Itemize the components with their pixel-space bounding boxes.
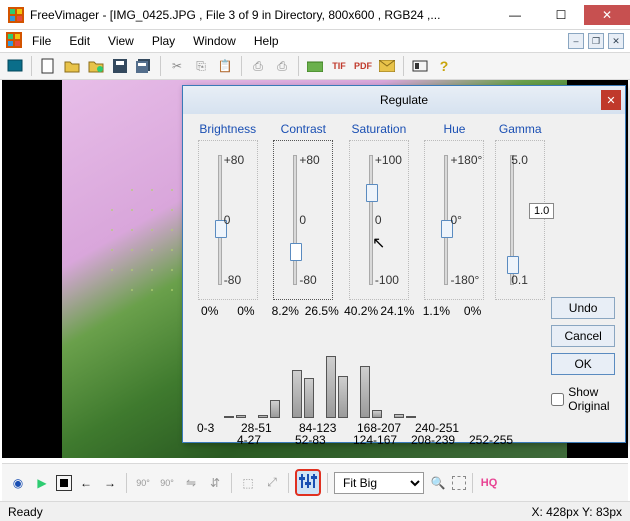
close-button[interactable]: ✕ (584, 5, 630, 25)
mdi-minimize-button[interactable]: – (568, 33, 584, 49)
hist-label: 4-27 (237, 433, 295, 447)
ok-button[interactable]: OK (551, 353, 615, 375)
gamma-slider[interactable]: 5.00.1 1.0 (495, 140, 545, 300)
brightness-pct-r: 0% (229, 304, 262, 318)
print-preview-icon[interactable]: ⎙ (271, 55, 293, 77)
menu-window[interactable]: Window (185, 32, 244, 50)
hq-icon[interactable]: HQ (479, 473, 499, 493)
hist-label: 52-83 (295, 433, 353, 447)
hist-label: 124-167 (353, 433, 411, 447)
titlebar: FreeVimager - [IMG_0425.JPG , File 3 of … (0, 0, 630, 30)
status-text: Ready (8, 505, 531, 519)
menu-view[interactable]: View (100, 32, 142, 50)
flip-h-icon[interactable]: ⇋ (181, 473, 201, 493)
saturation-pct-l: 40.2% (344, 304, 377, 318)
histogram: 0-3 28-51 84-123 168-207 240-251 4-27 52… (197, 342, 547, 438)
contrast-slider[interactable]: +800-80 (273, 140, 333, 300)
dialog-title-text: Regulate (380, 93, 428, 107)
hist-label: 0-3 (197, 421, 241, 435)
hist-label: 208-239 (411, 433, 469, 447)
regulate-dialog: Regulate ✕ Brightness +800-80 0%0% Contr… (182, 85, 626, 443)
crop-icon[interactable]: ⬚ (238, 473, 258, 493)
contrast-label: Contrast (269, 122, 339, 136)
help-icon[interactable]: ? (433, 55, 455, 77)
record-stop-icon[interactable] (56, 475, 72, 491)
dialog-buttons: Undo Cancel OK Show Original (551, 277, 615, 413)
menubar: File Edit View Play Window Help – ❐ ✕ (0, 30, 630, 52)
print-icon[interactable]: ⎙ (247, 55, 269, 77)
slideshow-icon[interactable] (409, 55, 431, 77)
zoom-icon[interactable]: 🔍 (428, 473, 448, 493)
maximize-button[interactable]: ☐ (538, 5, 584, 25)
hist-label: 252-255 (469, 433, 527, 447)
play-icon[interactable]: ▶ (32, 473, 52, 493)
app-icon-small (6, 32, 22, 51)
save-all-icon[interactable] (133, 55, 155, 77)
minimize-button[interactable]: — (492, 5, 538, 25)
dialog-title: Regulate ✕ (183, 86, 625, 114)
brightness-label: Brightness (193, 122, 263, 136)
app-icon (8, 7, 24, 23)
tif-icon[interactable]: TIF (328, 55, 350, 77)
menu-file[interactable]: File (24, 32, 59, 50)
saturation-pct-r: 24.1% (380, 304, 413, 318)
stop-icon[interactable]: ◉ (8, 473, 28, 493)
window-title: FreeVimager - [IMG_0425.JPG , File 3 of … (30, 8, 492, 22)
new-icon[interactable] (37, 55, 59, 77)
show-original-checkbox[interactable]: Show Original (551, 385, 615, 413)
bottom-toolbar: ◉ ▶ ← → 90° 90° ⇋ ⇵ ⬚ ⤢ Fit Big 🔍 HQ (2, 463, 628, 501)
open-folder-icon[interactable] (85, 55, 107, 77)
gamma-value[interactable]: 1.0 (529, 203, 554, 219)
cancel-button[interactable]: Cancel (551, 325, 615, 347)
hue-pct-r: 0% (456, 304, 489, 318)
copy-icon[interactable]: ⎘ (190, 55, 212, 77)
saturation-label: Saturation (344, 122, 414, 136)
mdi-close-button[interactable]: ✕ (608, 33, 624, 49)
brightness-slider[interactable]: +800-80 (198, 140, 258, 300)
flip-v-icon[interactable]: ⇵ (205, 473, 225, 493)
gamma-label: Gamma (495, 122, 545, 136)
cursor-coords: X: 428px Y: 83px (531, 505, 622, 519)
prev-icon[interactable]: ← (76, 473, 96, 493)
contrast-pct-r: 26.5% (305, 304, 338, 318)
top-toolbar: ✂ ⎘ 📋 ⎙ ⎙ TIF PDF ? (0, 52, 630, 80)
saturation-slider[interactable]: +1000-100 (349, 140, 409, 300)
statusbar: Ready X: 428px Y: 83px (0, 501, 630, 521)
brightness-pct-l: 0% (193, 304, 226, 318)
undo-button[interactable]: Undo (551, 297, 615, 319)
contrast-pct-l: 8.2% (269, 304, 302, 318)
save-icon[interactable] (109, 55, 131, 77)
select-icon[interactable] (452, 476, 466, 490)
fullscreen-icon[interactable] (4, 55, 26, 77)
menu-help[interactable]: Help (246, 32, 287, 50)
rotate-ccw-icon[interactable]: 90° (157, 473, 177, 493)
pdf-icon[interactable]: PDF (352, 55, 374, 77)
regulate-button[interactable] (295, 469, 321, 496)
dialog-close-button[interactable]: ✕ (601, 90, 621, 110)
next-icon[interactable]: → (100, 473, 120, 493)
email-icon[interactable] (376, 55, 398, 77)
zoom-select[interactable]: Fit Big (334, 472, 424, 494)
rotate-cw-icon[interactable]: 90° (133, 473, 153, 493)
cut-icon[interactable]: ✂ (166, 55, 188, 77)
mdi-restore-button[interactable]: ❐ (588, 33, 604, 49)
menu-play[interactable]: Play (144, 32, 183, 50)
scan-icon[interactable] (304, 55, 326, 77)
hue-slider[interactable]: +180°0°-180° (424, 140, 484, 300)
hue-label: Hue (420, 122, 490, 136)
paste-icon[interactable]: 📋 (214, 55, 236, 77)
open-icon[interactable] (61, 55, 83, 77)
resize-icon[interactable]: ⤢ (262, 473, 282, 493)
hue-pct-l: 1.1% (420, 304, 453, 318)
menu-edit[interactable]: Edit (61, 32, 98, 50)
